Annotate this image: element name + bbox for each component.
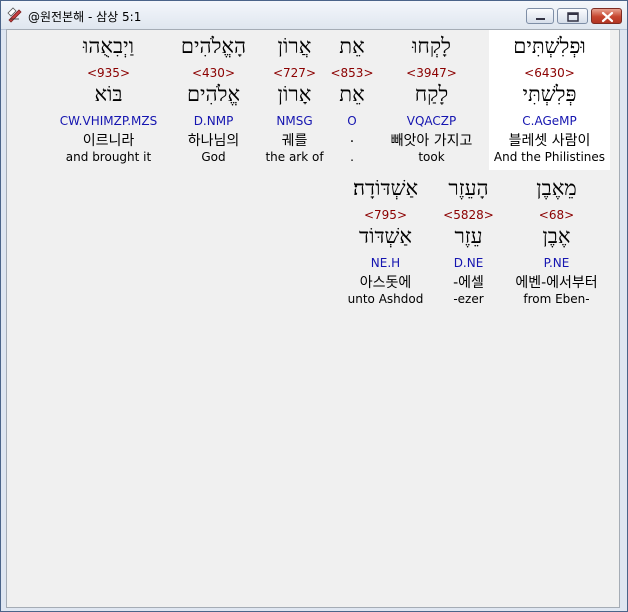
strong-number-link[interactable]: <935> (48, 66, 169, 80)
english-gloss: unto Ashdod (347, 292, 424, 306)
hebrew-root: אֱלֹהִים (186, 82, 241, 106)
strong-number-link[interactable]: <430> (153, 66, 274, 80)
hebrew-word: וּפְלִשְׁתִּים (513, 34, 586, 58)
title-bar[interactable]: @원전본해 - 삼상 5:1 (1, 1, 627, 30)
korean-gloss: 이르니라 (82, 133, 135, 149)
hebrew-root: אַשְׁדּוֹד (358, 224, 413, 248)
maximize-icon (567, 12, 579, 22)
morphology-code[interactable]: D.NMP (153, 114, 274, 128)
hebrew-root: פְּלִשְׁתִּי (522, 82, 577, 106)
korean-gloss: 블레셋 사람이 (508, 133, 591, 149)
morphology-code[interactable]: C.AGeMP (489, 114, 610, 128)
strong-number-link[interactable]: <795> (325, 208, 446, 222)
strong-number-link[interactable]: <6430> (489, 66, 610, 80)
word-cell[interactable]: אַשְׁדּוֹדָה׃ <795> אַשְׁדּוֹד NE.H 아스돗에… (325, 172, 446, 312)
verse-panel: וּפְלִשְׁתִּים <6430> פְּלִשְׁתִּי C.AGe… (6, 29, 620, 608)
hebrew-root: בּוֹא (94, 82, 123, 106)
close-icon (601, 11, 614, 23)
word-cell[interactable]: וּפְלִשְׁתִּים <6430> פְּלִשְׁתִּי C.AGe… (489, 30, 610, 170)
hebrew-word: וַיְבִאֻהוּ (82, 34, 135, 58)
close-button[interactable] (591, 8, 622, 24)
minimize-button[interactable] (526, 8, 554, 24)
maximize-button[interactable] (557, 8, 588, 24)
hebrew-word: אַשְׁדּוֹדָה׃ (352, 176, 419, 200)
bible-app-icon[interactable] (7, 7, 23, 23)
app-window: @원전본해 - 삼상 5:1 וּפְלִשְׁתִּים <6430> פְּ… (0, 0, 628, 612)
morphology-code[interactable]: CW.VHIMZP.MZS (48, 114, 169, 128)
english-gloss: And the Philistines (493, 150, 606, 164)
english-gloss: and brought it (65, 150, 152, 164)
minimize-icon (536, 18, 545, 20)
english-gloss: God (201, 150, 226, 164)
hebrew-word: הָאֱלֹהִים (180, 34, 247, 58)
korean-gloss: 하나님의 (187, 133, 240, 149)
korean-gloss: 아스돗에 (359, 275, 412, 291)
word-cell[interactable]: הָאֱלֹהִים <430> אֱלֹהִים D.NMP 하나님의 God (153, 30, 274, 170)
morphology-code[interactable]: NE.H (325, 256, 446, 270)
window-title: @원전본해 - 삼상 5:1 (28, 10, 142, 24)
word-cell[interactable]: וַיְבִאֻהוּ <935> בּוֹא CW.VHIMZP.MZS 이르… (48, 30, 169, 170)
